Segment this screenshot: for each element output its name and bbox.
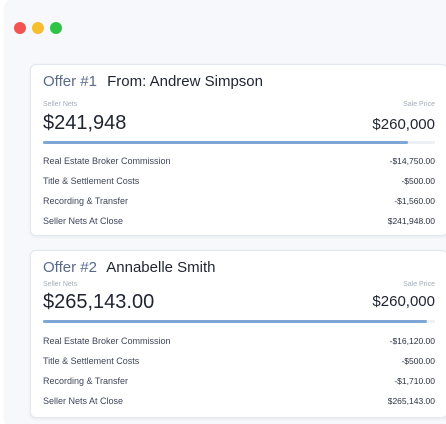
- cost-value: -$1,710.00: [394, 376, 435, 386]
- cost-label: Real Estate Broker Commission: [43, 156, 171, 166]
- sale-price-value: $260,000: [372, 293, 435, 310]
- offer-header: Offer #1 From: Andrew Simpson: [43, 73, 263, 90]
- cost-value: -$500.00: [401, 356, 435, 366]
- offer-card-1[interactable]: Offer #1 From: Andrew Simpson Seller Net…: [30, 64, 446, 236]
- cost-breakdown: Real Estate Broker Commission -$16,120.0…: [43, 331, 435, 411]
- cost-label: Recording & Transfer: [43, 376, 129, 386]
- close-window-button[interactable]: [14, 22, 26, 34]
- cost-row: Real Estate Broker Commission -$14,750.0…: [43, 151, 435, 171]
- seller-nets-label: Seller Nets: [43, 101, 78, 108]
- cost-value: -$500.00: [401, 176, 435, 186]
- cost-value: $241,948.00: [387, 216, 435, 226]
- cost-label: Real Estate Broker Commission: [43, 336, 171, 346]
- minimize-window-button[interactable]: [32, 22, 44, 34]
- net-progress-fill: [43, 320, 428, 323]
- cost-value: -$14,750.00: [389, 156, 435, 166]
- cost-row: Real Estate Broker Commission -$16,120.0…: [43, 331, 435, 351]
- cost-label: Title & Settlement Costs: [43, 176, 140, 186]
- offer-number: Offer #1: [43, 73, 97, 90]
- cost-breakdown: Real Estate Broker Commission -$14,750.0…: [43, 151, 435, 231]
- cost-label: Seller Nets At Close: [43, 396, 124, 406]
- title-bar: [6, 0, 446, 56]
- offer-number: Offer #2: [43, 259, 97, 276]
- seller-nets-value: $265,143.00: [43, 291, 155, 313]
- offer-header: Offer #2 Annabelle Smith: [43, 259, 216, 276]
- cost-value: $265,143.00: [387, 396, 435, 406]
- net-progress-fill: [43, 141, 408, 144]
- cost-row: Recording & Transfer -$1,560.00: [43, 191, 435, 211]
- cost-row: Seller Nets At Close $265,143.00: [43, 391, 435, 411]
- offer-card-2[interactable]: Offer #2 Annabelle Smith Seller Nets Sal…: [30, 250, 446, 418]
- cost-label: Seller Nets At Close: [43, 216, 124, 226]
- cost-row: Title & Settlement Costs -$500.00: [43, 351, 435, 371]
- cost-value: -$16,120.00: [389, 336, 435, 346]
- net-progress-bar: [43, 320, 435, 323]
- sale-price-value: $260,000: [372, 116, 435, 133]
- offer-buyer: From: Andrew Simpson: [107, 73, 263, 90]
- seller-nets-value: $241,948: [43, 112, 127, 134]
- cost-row: Title & Settlement Costs -$500.00: [43, 171, 435, 191]
- cost-label: Title & Settlement Costs: [43, 356, 140, 366]
- seller-nets-label: Seller Nets: [43, 281, 78, 288]
- sale-price-label: Sale Price: [403, 101, 435, 108]
- net-progress-bar: [43, 141, 435, 144]
- maximize-window-button[interactable]: [50, 22, 62, 34]
- sale-price-label: Sale Price: [403, 281, 435, 288]
- cost-value: -$1,560.00: [394, 196, 435, 206]
- cost-row: Seller Nets At Close $241,948.00: [43, 211, 435, 231]
- offer-buyer: Annabelle Smith: [106, 259, 216, 276]
- cost-label: Recording & Transfer: [43, 196, 129, 206]
- app-window: Offer #1 From: Andrew Simpson Seller Net…: [6, 0, 446, 424]
- cost-row: Recording & Transfer -$1,710.00: [43, 371, 435, 391]
